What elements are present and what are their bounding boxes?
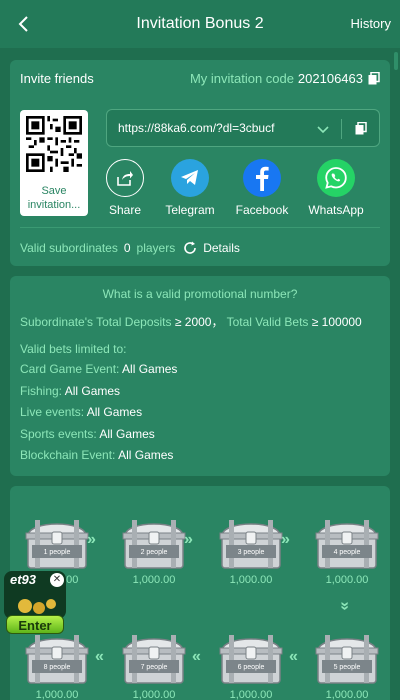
- chest-people-label: 5 people: [333, 664, 361, 671]
- copy-icon[interactable]: [368, 71, 380, 88]
- arrow-left-icon: «: [192, 648, 201, 665]
- history-link[interactable]: History: [351, 16, 391, 31]
- chest-icon: 2 people: [119, 514, 189, 570]
- save-invitation-label: Save invitation...: [27, 185, 81, 211]
- promo-conditions: Subordinate's Total Deposits ≥ 2000， Tot…: [20, 313, 362, 330]
- chest-people-label: 2 people: [140, 549, 168, 556]
- chest-icon: 4 people: [312, 514, 382, 570]
- chest-people-label: 1 people: [43, 549, 71, 556]
- reward-chest[interactable]: 2 people 1,000.00: [119, 514, 189, 586]
- qr-code-button[interactable]: Save invitation...: [20, 110, 88, 216]
- page-title: Invitation Bonus 2: [136, 15, 264, 32]
- chest-reward-value: 1,000.00: [325, 689, 369, 700]
- invite-card: Invite friends My invitation code 202106…: [10, 60, 390, 266]
- chest-people-label: 7 people: [140, 664, 168, 671]
- telegram-label: Telegram: [165, 203, 215, 217]
- reward-chest[interactable]: 4 people 1,000.00: [312, 514, 382, 586]
- chevron-down-icon[interactable]: [317, 122, 329, 140]
- section-divider: [20, 227, 380, 228]
- whatsapp-button[interactable]: WhatsApp: [306, 159, 366, 217]
- chevron-left-icon: [18, 16, 28, 32]
- limit-card-game: Card Game Event: All Games: [20, 362, 178, 376]
- reward-chest[interactable]: 3 people 1,000.00: [216, 514, 286, 586]
- arrow-right-icon: »: [184, 531, 193, 548]
- qr-code-image: [26, 116, 82, 172]
- valid-bets-title: Valid bets limited to:: [20, 342, 127, 356]
- bets-condition-value: ≥ 100000: [311, 315, 362, 329]
- valid-subordinates-row: Valid subordinates 0 players Details: [20, 241, 240, 255]
- chest-reward-value: 1,000.00: [35, 689, 79, 700]
- chest-icon: 6 people: [216, 629, 286, 685]
- close-icon[interactable]: ✕: [50, 573, 64, 587]
- chest-people-label: 3 people: [237, 549, 265, 556]
- arrow-right-icon: »: [281, 531, 290, 548]
- chest-icon: 8 people: [22, 629, 92, 685]
- limit-fishing: Fishing: All Games: [20, 384, 121, 398]
- facebook-icon: [243, 159, 281, 197]
- chest-people-label: 4 people: [333, 549, 361, 556]
- promo-rules-card: What is a valid promotional number? Subo…: [10, 276, 390, 476]
- arrow-down-icon: »: [336, 601, 354, 611]
- whatsapp-icon: [317, 159, 355, 197]
- arrow-right-icon: »: [87, 531, 96, 548]
- arrow-left-icon: «: [95, 648, 104, 665]
- chest-icon: 1 people: [22, 514, 92, 570]
- reward-chest[interactable]: 8 people 1,000.00: [22, 629, 92, 700]
- chest-icon: 3 people: [216, 514, 286, 570]
- chest-reward-value: 1,000.00: [132, 574, 176, 586]
- share-button[interactable]: Share: [95, 159, 155, 217]
- invitation-link-text: https://88ka6.com/?dl=3cbucf: [118, 121, 275, 135]
- valid-subordinates-label: Valid subordinates: [20, 241, 118, 255]
- limit-live-events: Live events: All Games: [20, 405, 143, 419]
- facebook-label: Facebook: [235, 203, 289, 217]
- invitation-code-value: 202106463: [297, 71, 363, 86]
- invite-friends-label: Invite friends: [20, 71, 94, 86]
- chest-icon: 5 people: [312, 629, 382, 685]
- details-link[interactable]: Details: [203, 241, 240, 255]
- limit-sports-events: Sports events: All Games: [20, 427, 155, 441]
- promo-rules-title: What is a valid promotional number?: [102, 287, 298, 301]
- valid-subordinates-count: 0: [123, 241, 131, 255]
- reward-chest[interactable]: 5 people 1,000.00: [312, 629, 382, 700]
- reward-chest[interactable]: 6 people 1,000.00: [216, 629, 286, 700]
- telegram-icon: [171, 159, 209, 197]
- facebook-button[interactable]: Facebook: [232, 159, 292, 217]
- deposit-condition-value: ≥ 2000，: [174, 315, 224, 329]
- link-divider: [341, 119, 342, 139]
- telegram-button[interactable]: Telegram: [160, 159, 220, 217]
- copy-link-icon[interactable]: [355, 121, 367, 140]
- reward-chests-card: 1 people1,000.002 people1,000.003 people…: [10, 486, 390, 700]
- chest-reward-value: 1,000.00: [229, 574, 273, 586]
- chest-reward-value: 1,000.00: [229, 689, 273, 700]
- promo-logo-text: et93: [10, 572, 37, 587]
- chest-people-label: 8 people: [43, 664, 71, 671]
- refresh-icon[interactable]: [183, 241, 197, 255]
- share-icon: [106, 159, 144, 197]
- back-button[interactable]: [10, 10, 36, 38]
- share-label: Share: [108, 203, 142, 217]
- bets-condition-label: Total Valid Bets: [226, 315, 309, 329]
- header-bar: Invitation Bonus 2 History: [0, 0, 400, 48]
- invitation-link-field[interactable]: https://88ka6.com/?dl=3cbucf: [106, 109, 380, 147]
- enter-button[interactable]: Enter: [6, 615, 64, 634]
- chest-reward-value: 1,000.00: [325, 574, 369, 586]
- players-unit: players: [136, 241, 176, 255]
- deposit-condition-label: Subordinate's Total Deposits: [20, 315, 172, 329]
- invitation-code-label: My invitation code: [189, 71, 294, 86]
- limit-blockchain-event: Blockchain Event: All Games: [20, 448, 174, 462]
- chest-people-label: 6 people: [237, 664, 265, 671]
- arrow-left-icon: «: [289, 648, 298, 665]
- reward-chest[interactable]: 7 people 1,000.00: [119, 629, 189, 700]
- chest-icon: 7 people: [119, 629, 189, 685]
- scrollbar[interactable]: [394, 52, 398, 70]
- chest-reward-value: 1,000.00: [132, 689, 176, 700]
- whatsapp-label: WhatsApp: [308, 203, 364, 217]
- floating-promo-widget[interactable]: et93 ✕ Enter: [3, 570, 67, 636]
